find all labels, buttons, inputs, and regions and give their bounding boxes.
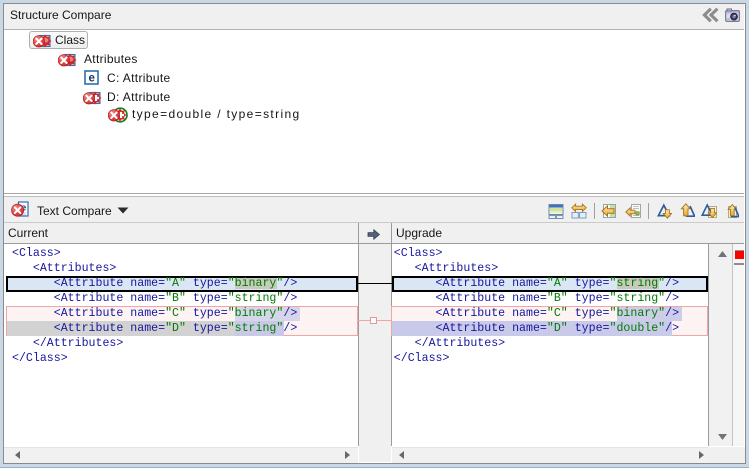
svg-text:e: e [88, 72, 94, 84]
